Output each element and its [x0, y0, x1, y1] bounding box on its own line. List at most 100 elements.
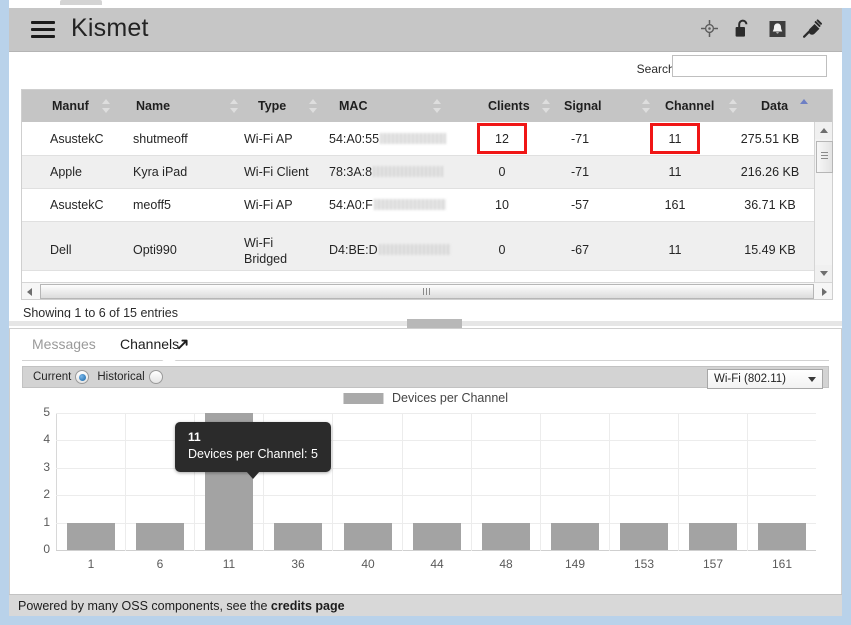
bar-channel-1[interactable]	[67, 523, 115, 550]
sort-arrows-signal[interactable]	[642, 99, 651, 113]
column-header-type[interactable]: Type	[258, 90, 286, 122]
browser-tab[interactable]	[60, 0, 102, 5]
column-header-manuf[interactable]: Manuf	[52, 90, 89, 122]
x-tick-label: 157	[702, 557, 724, 571]
mac-redacted	[380, 133, 447, 144]
devices-per-channel-chart: Devices per Channel 5 4 3 2 1 0 1 6 11 3…	[22, 391, 829, 589]
bar-channel-161[interactable]	[758, 523, 806, 550]
cell-name: Opti990	[133, 243, 177, 257]
bell-alert-icon[interactable]	[769, 20, 786, 43]
radio-historical[interactable]	[148, 370, 163, 384]
browser-chrome-strip	[0, 0, 851, 8]
column-header-data[interactable]: Data	[761, 90, 788, 122]
table-vertical-scrollbar[interactable]	[814, 122, 833, 282]
column-header-signal[interactable]: Signal	[564, 90, 602, 122]
x-tick-label: 48	[499, 557, 513, 571]
sort-arrows-name[interactable]	[230, 99, 239, 113]
cell-manuf: Dell	[50, 243, 72, 257]
cell-type: Wi-Fi AP	[244, 132, 293, 146]
x-tick-label: 1	[87, 557, 95, 571]
bar-channel-153[interactable]	[620, 523, 668, 550]
chart-plot-area: 5 4 3 2 1 0 1 6 11 36 40 44 48 149 153 1…	[43, 405, 816, 571]
table-row[interactable]: Dell Opti990 Wi-Fi Bridged D4:BE:D 0 -67…	[22, 222, 815, 271]
splitter-handle[interactable]	[407, 319, 462, 328]
cell-channel: 161	[664, 198, 686, 212]
cell-signal: -67	[570, 243, 590, 257]
column-label: Channel	[665, 99, 715, 113]
scroll-left-button[interactable]	[22, 283, 38, 298]
column-label: Type	[258, 99, 287, 113]
active-tab-caret	[160, 355, 178, 363]
sort-arrows-manuf[interactable]	[102, 99, 111, 113]
column-label: Name	[136, 99, 171, 113]
panel-splitter	[9, 318, 842, 328]
sort-arrows-data[interactable]	[800, 99, 809, 113]
table-toolbar: Search:	[9, 52, 842, 89]
table-horizontal-scrollbar[interactable]	[22, 282, 832, 299]
tab-channels[interactable]: Channels	[120, 336, 179, 352]
mac-redacted	[373, 166, 444, 177]
search-input[interactable]	[672, 55, 827, 77]
scroll-up-button[interactable]	[815, 122, 832, 139]
header-icon-group	[688, 19, 822, 41]
app-header: Kismet	[9, 8, 842, 52]
scroll-thumb-horizontal[interactable]	[40, 284, 814, 299]
cell-data: 36.71 KB	[744, 198, 796, 212]
tooltip-title: 11	[188, 430, 201, 444]
column-label: Signal	[564, 99, 602, 113]
sort-arrows-clients[interactable]	[542, 99, 551, 113]
bar-channel-6[interactable]	[136, 523, 184, 550]
unlocked-padlock-icon[interactable]	[735, 19, 751, 43]
tab-messages[interactable]: Messages	[32, 336, 96, 352]
sort-arrows-mac[interactable]	[433, 99, 442, 113]
gridline-y4	[56, 440, 816, 441]
scroll-right-button[interactable]	[816, 283, 832, 298]
scroll-down-button[interactable]	[815, 265, 832, 282]
bar-channel-40[interactable]	[344, 523, 392, 550]
bar-channel-44[interactable]	[413, 523, 461, 550]
x-tick-label: 6	[156, 557, 164, 571]
sort-arrows-channel[interactable]	[729, 99, 738, 113]
cell-mac: 54:A0:F	[329, 198, 446, 212]
scroll-thumb-vertical[interactable]	[816, 141, 833, 173]
bar-channel-149[interactable]	[551, 523, 599, 550]
column-header-clients[interactable]: Clients	[488, 90, 530, 122]
table-row[interactable]: AsustekC meoff5 Wi-Fi AP 54:A0:F 10 -57 …	[22, 189, 815, 222]
credits-link[interactable]: credits page	[271, 599, 345, 613]
x-tick-label: 153	[633, 557, 655, 571]
table-row[interactable]: AsustekC shutmeoff Wi-Fi AP 54:A0:55 12 …	[22, 122, 815, 156]
x-tick-label: 11	[222, 557, 236, 571]
x-tick-label: 40	[361, 557, 375, 571]
column-header-channel[interactable]: Channel	[665, 90, 714, 122]
gridline-y3	[56, 468, 816, 469]
bar-channel-36[interactable]	[274, 523, 322, 550]
radio-label-current: Current	[33, 371, 72, 383]
footer-bar: Powered by many OSS components, see the …	[9, 594, 842, 616]
hamburger-menu-icon[interactable]	[31, 21, 55, 39]
column-header-name[interactable]: Name	[136, 90, 170, 122]
gps-crosshair-icon[interactable]	[700, 19, 718, 42]
cell-clients: 0	[498, 243, 506, 257]
sort-arrows-type[interactable]	[309, 99, 318, 113]
cell-mac: 78:3A:8	[329, 165, 444, 179]
table-row[interactable]: Apple Kyra iPad Wi-Fi Client 78:3A:8 0 -…	[22, 156, 815, 189]
x-tick-label: 36	[291, 557, 305, 571]
cell-type: Wi-Fi Bridged	[244, 236, 288, 266]
cell-manuf: Apple	[50, 165, 82, 179]
bar-channel-157[interactable]	[689, 523, 737, 550]
mac-redacted	[373, 199, 446, 210]
plug-disconnected-icon[interactable]	[803, 19, 822, 43]
legend-label: Devices per Channel	[391, 391, 509, 405]
column-header-mac[interactable]: MAC	[339, 90, 367, 122]
y-tick-label: 3	[43, 460, 50, 474]
x-tick-label: 149	[564, 557, 586, 571]
radio-current[interactable]	[75, 370, 90, 384]
phy-type-select[interactable]: Wi-Fi (802.11)	[707, 369, 823, 389]
page-title: Kismet	[71, 14, 149, 42]
bar-channel-48[interactable]	[482, 523, 530, 550]
cell-channel: 11	[668, 165, 682, 179]
expand-diagonal-icon[interactable]	[176, 338, 189, 356]
footer-text: Powered by many OSS components, see the	[18, 599, 271, 613]
legend-swatch	[342, 393, 383, 405]
cell-data: 216.26 KB	[740, 165, 800, 179]
